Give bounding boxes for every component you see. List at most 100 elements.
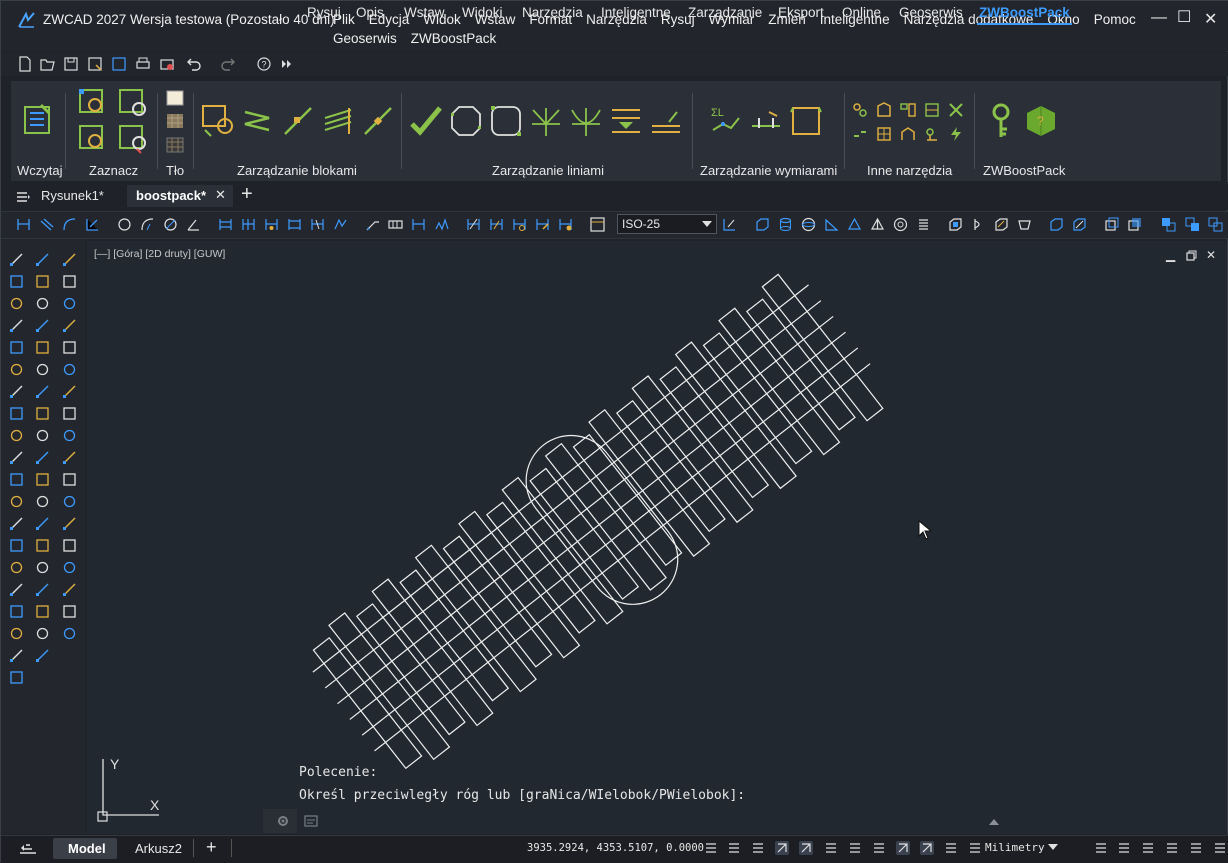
- extend-line-icon[interactable]: [35, 472, 50, 487]
- print-icon[interactable]: [135, 56, 151, 72]
- tool-revcloud-icon[interactable]: [876, 102, 892, 118]
- cylinder-icon[interactable]: [778, 217, 793, 232]
- slash-icon[interactable]: [62, 582, 77, 597]
- block-array-icon[interactable]: [321, 104, 355, 138]
- annotation-scale-icon[interactable]: [1094, 841, 1108, 855]
- load-icon[interactable]: [19, 101, 55, 137]
- layout-menu-icon[interactable]: [19, 842, 37, 856]
- line-extend-icon[interactable]: [649, 104, 683, 138]
- tool-symbol-icon[interactable]: [924, 126, 940, 142]
- join-icon[interactable]: [62, 406, 77, 421]
- dimension-sum-icon[interactable]: ΣL: [709, 104, 743, 138]
- rotate-icon[interactable]: [35, 384, 50, 399]
- tab-zwboostpack[interactable]: ZWBoostPack: [977, 5, 1072, 25]
- circle-icon[interactable]: [9, 384, 24, 399]
- loft-icon[interactable]: [1017, 217, 1032, 232]
- ortho-icon[interactable]: [751, 841, 765, 855]
- array-icon[interactable]: [35, 340, 50, 355]
- tolerance-frame-icon[interactable]: [388, 217, 403, 232]
- tab-narzedzia[interactable]: Narzędzia: [522, 5, 583, 20]
- help-icon[interactable]: ?: [256, 56, 272, 72]
- section-icon[interactable]: [1127, 217, 1142, 232]
- dyn-input-icon[interactable]: [848, 841, 862, 855]
- dim-style-icon[interactable]: [590, 217, 605, 232]
- inspect-icon[interactable]: [434, 217, 449, 232]
- rectangle-icon[interactable]: [9, 340, 24, 355]
- redo-icon[interactable]: [221, 56, 237, 72]
- subtract-icon[interactable]: [1072, 217, 1087, 232]
- perpendicular-icon[interactable]: [62, 494, 77, 509]
- arch2-icon[interactable]: [62, 626, 77, 641]
- dim-linear-icon[interactable]: [16, 217, 31, 232]
- line-join-icon[interactable]: [409, 104, 443, 138]
- join-objects-icon[interactable]: [35, 538, 50, 553]
- settings-gear-icon[interactable]: [276, 814, 290, 828]
- units-chevron-down-icon[interactable]: [1047, 843, 1059, 851]
- trim-line-icon[interactable]: [35, 450, 50, 465]
- rounded-rect-icon[interactable]: [489, 104, 523, 138]
- tab-geoserwis[interactable]: Geoserwis: [899, 5, 963, 20]
- move-icon[interactable]: [35, 362, 50, 377]
- dim-override-icon[interactable]: [535, 217, 550, 232]
- trim-icon[interactable]: [62, 340, 77, 355]
- helix-icon[interactable]: [916, 217, 931, 232]
- background-dark-grid-icon[interactable]: [166, 137, 184, 153]
- chamfer-box-icon[interactable]: [35, 560, 50, 575]
- tab-online[interactable]: Online: [842, 5, 881, 20]
- line-icon[interactable]: [9, 252, 24, 267]
- spline-icon[interactable]: [9, 428, 24, 443]
- extrude-icon[interactable]: [948, 217, 963, 232]
- select-by-layer-icon[interactable]: [77, 123, 109, 155]
- arc-icon[interactable]: [9, 296, 24, 311]
- new-tab-button[interactable]: +: [241, 183, 253, 206]
- command-expand-icon[interactable]: [988, 818, 1000, 826]
- group-icon[interactable]: [62, 538, 77, 553]
- background-grid-icon[interactable]: [166, 113, 184, 129]
- dim-tolerance-icon[interactable]: [333, 217, 348, 232]
- multiline-icon[interactable]: [9, 670, 24, 685]
- list-menu-icon[interactable]: [15, 189, 31, 205]
- dim-angular-icon[interactable]: [186, 217, 201, 232]
- background-white-icon[interactable]: [166, 90, 184, 106]
- pyramid-icon[interactable]: [870, 217, 885, 232]
- polygon-draw-icon[interactable]: [9, 318, 24, 333]
- customize-icon[interactable]: [1213, 841, 1227, 855]
- dim-space-icon[interactable]: [287, 217, 302, 232]
- tool-lightning-icon[interactable]: [948, 126, 964, 142]
- tab-eksport[interactable]: Eksport: [778, 5, 824, 20]
- point-small-icon[interactable]: [62, 560, 77, 575]
- fullscreen-icon[interactable]: [1189, 841, 1203, 855]
- explode-icon[interactable]: [35, 626, 50, 641]
- anno-visibility-icon[interactable]: [1117, 841, 1131, 855]
- erase-icon[interactable]: [35, 252, 50, 267]
- menu-pomoc[interactable]: Pomoc: [1094, 12, 1136, 27]
- dim-break-icon[interactable]: [310, 217, 325, 232]
- tab-rysuj[interactable]: Rysuj: [307, 5, 341, 20]
- view-side-icon[interactable]: [1185, 217, 1200, 232]
- fillet-icon[interactable]: [62, 274, 77, 289]
- add-layout-button[interactable]: +: [206, 837, 217, 858]
- tab-opis[interactable]: Opis: [356, 5, 384, 20]
- grid-icon[interactable]: [704, 841, 718, 855]
- units-select[interactable]: Milimetry: [985, 841, 1045, 854]
- stretch-icon[interactable]: [62, 362, 77, 377]
- close-tab-icon[interactable]: ✕: [215, 187, 226, 203]
- stretch-box-icon[interactable]: [35, 428, 50, 443]
- tab-wstaw[interactable]: Wstaw: [404, 5, 445, 20]
- menu-geoserwis[interactable]: Geoserwis: [333, 31, 397, 46]
- insert-block-icon[interactable]: [9, 494, 24, 509]
- slice-icon[interactable]: [1104, 217, 1119, 232]
- revolve-icon[interactable]: [971, 217, 986, 232]
- cone-icon[interactable]: [847, 217, 862, 232]
- transparency-icon[interactable]: [896, 841, 910, 855]
- undo-icon[interactable]: [185, 56, 201, 72]
- dim-quick-icon[interactable]: [264, 217, 279, 232]
- mtext-icon[interactable]: [9, 648, 24, 663]
- view-top-icon[interactable]: [1208, 217, 1223, 232]
- xline-icon[interactable]: [9, 274, 24, 289]
- point-icon[interactable]: [62, 428, 77, 443]
- block-align-icon[interactable]: [281, 104, 315, 138]
- tool-link-icon[interactable]: [852, 102, 868, 118]
- make-block-icon[interactable]: [9, 516, 24, 531]
- arc3p-icon[interactable]: [9, 362, 24, 377]
